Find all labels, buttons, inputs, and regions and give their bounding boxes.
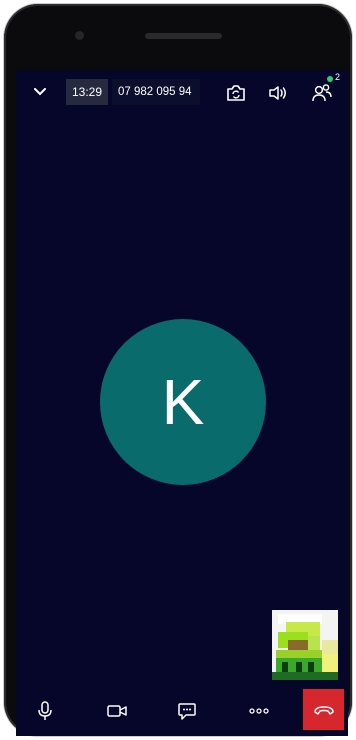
front-camera <box>75 31 84 40</box>
contact-avatar: K <box>100 319 266 485</box>
participants-button[interactable] <box>310 81 334 105</box>
phone-number: 07 982 095 94 <box>112 79 200 105</box>
online-status-dot <box>327 76 333 82</box>
avatar-initial: K <box>161 366 205 438</box>
call-duration: 13:29 <box>66 79 108 105</box>
call-screen: 13:29 07 982 095 94 2 K <box>16 70 348 736</box>
call-controls-bar <box>16 686 348 736</box>
self-video-image <box>272 610 338 680</box>
speaker-button[interactable] <box>266 81 290 105</box>
video-toggle-button[interactable] <box>102 696 132 726</box>
self-video-preview[interactable] <box>272 610 338 680</box>
chat-icon <box>178 703 196 720</box>
chat-button[interactable] <box>172 696 202 726</box>
participant-count-badge: 2 <box>335 72 341 82</box>
video-camera-icon <box>107 705 127 717</box>
earpiece-speaker <box>145 33 222 39</box>
minimize-button[interactable] <box>30 82 50 102</box>
more-icon <box>249 708 269 714</box>
call-top-bar: 13:29 07 982 095 94 2 <box>16 70 348 116</box>
flip-camera-button[interactable] <box>224 81 248 105</box>
participants-icon <box>312 84 332 102</box>
more-options-button[interactable] <box>244 696 274 726</box>
microphone-icon <box>38 701 52 720</box>
mute-button[interactable] <box>30 696 60 726</box>
end-call-button[interactable] <box>303 689 344 730</box>
hang-up-icon <box>313 705 334 715</box>
phone-frame: 13:29 07 982 095 94 2 K <box>4 4 352 736</box>
speaker-volume-icon <box>269 86 286 100</box>
chevron-down-icon <box>34 88 46 96</box>
flip-camera-icon <box>227 85 245 101</box>
